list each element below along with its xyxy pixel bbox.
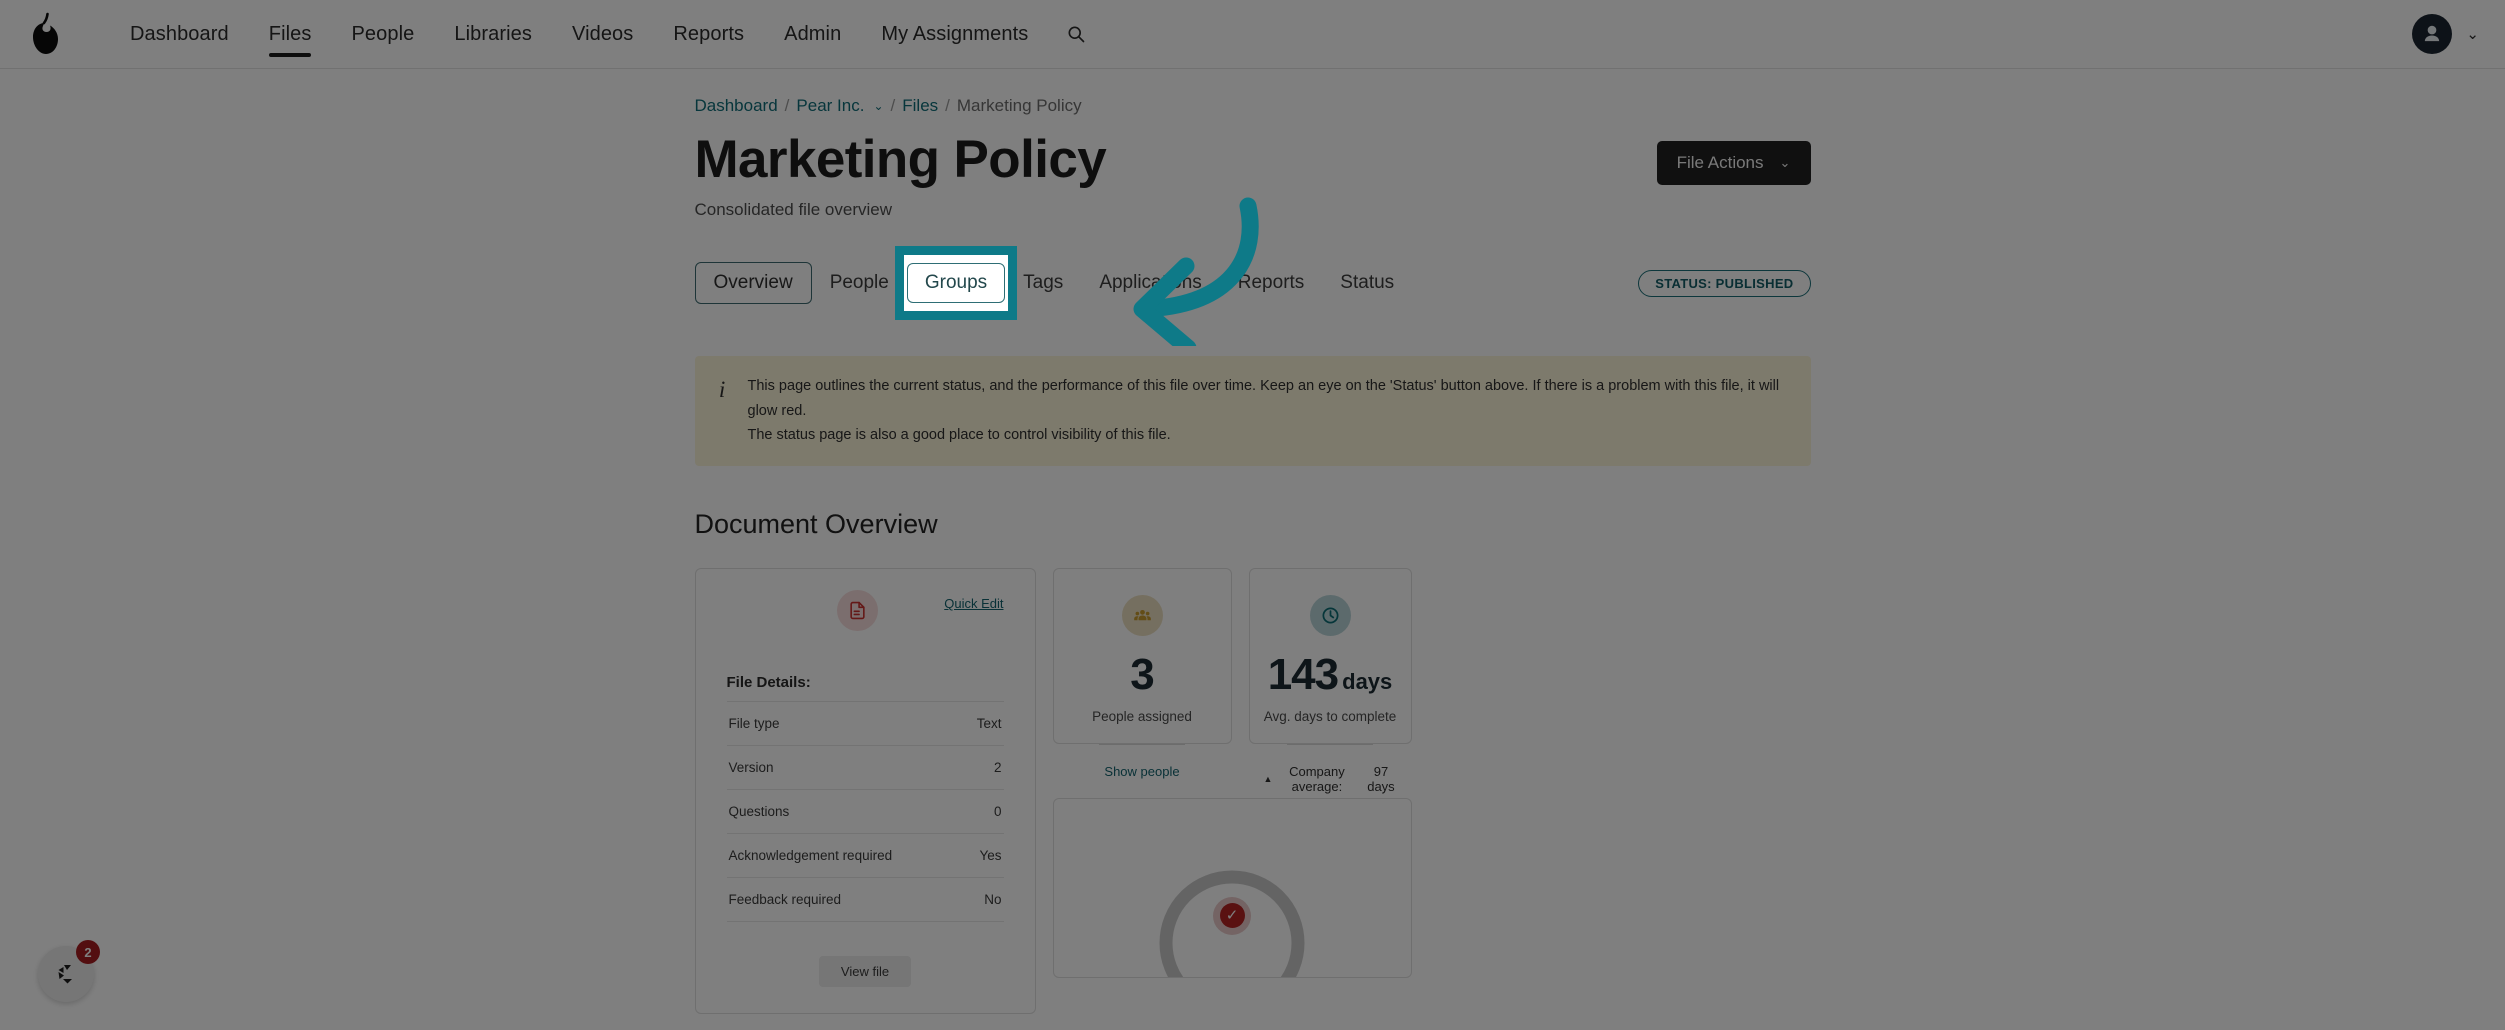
- avg-days-value: 143: [1268, 650, 1338, 699]
- detail-value: 0: [914, 790, 1004, 834]
- detail-label: Version: [727, 746, 914, 790]
- detail-value: Yes: [914, 834, 1004, 878]
- info-icon: i: [713, 374, 732, 448]
- chevron-down-icon: ⌄: [1780, 155, 1791, 171]
- detail-value: 2: [914, 746, 1004, 790]
- show-people-link[interactable]: Show people: [1104, 764, 1179, 779]
- avg-days-card: 143days Avg. days to complete ▲ Company …: [1249, 568, 1412, 744]
- document-file-icon: [837, 590, 878, 631]
- top-navigation-bar: DashboardFilesPeopleLibrariesVideosRepor…: [0, 0, 2505, 69]
- people-assigned-card: 3 People assigned Show people: [1053, 568, 1232, 744]
- breadcrumb-dashboard[interactable]: Dashboard: [695, 96, 778, 116]
- table-row: File typeText: [727, 702, 1004, 746]
- avg-days-footer: ▲ Company average: 97 days: [1264, 764, 1397, 794]
- avg-days-value-row: 143days: [1264, 653, 1397, 697]
- triangle-up-icon: ▲: [1264, 774, 1273, 784]
- file-details-title: File Details:: [727, 674, 1004, 691]
- company-average: ▲ Company average: 97 days: [1264, 764, 1397, 794]
- nav-item-people[interactable]: People: [331, 0, 434, 69]
- pear-logo-icon[interactable]: [18, 6, 74, 62]
- page-title: Marketing Policy: [695, 132, 1107, 188]
- page-header: Marketing Policy Consolidated file overv…: [695, 132, 1811, 220]
- detail-label: Feedback required: [727, 878, 914, 922]
- chat-widget-button[interactable]: 2: [38, 946, 94, 1002]
- file-details-table: File typeTextVersion2Questions0Acknowled…: [727, 701, 1004, 922]
- breadcrumb-separator: /: [891, 96, 896, 116]
- nav-right-group: ⌄: [2412, 14, 2505, 54]
- info-banner-line1: This page outlines the current status, a…: [748, 374, 1789, 423]
- info-banner-line2: The status page is also a good place to …: [748, 423, 1789, 448]
- info-banner-text: This page outlines the current status, a…: [748, 374, 1789, 448]
- people-card-footer: Show people: [1068, 764, 1217, 779]
- section-heading: Document Overview: [695, 509, 1811, 540]
- file-actions-label: File Actions: [1677, 153, 1764, 173]
- breadcrumb-separator: /: [945, 96, 950, 116]
- nav-item-reports[interactable]: Reports: [653, 0, 764, 69]
- completion-chart-card: ✓: [1053, 798, 1412, 978]
- detail-value: No: [914, 878, 1004, 922]
- nav-item-videos[interactable]: Videos: [552, 0, 653, 69]
- search-icon[interactable]: [1048, 0, 1104, 69]
- chevron-down-icon[interactable]: ⌄: [873, 99, 883, 113]
- detail-label: File type: [727, 702, 914, 746]
- people-group-icon: [1122, 595, 1163, 636]
- tab-bar: OverviewPeopleGroupsTagsApplicationsRepo…: [695, 260, 1811, 306]
- table-row: Questions0: [727, 790, 1004, 834]
- file-details-header: Quick Edit: [727, 590, 1004, 631]
- quick-edit-link[interactable]: Quick Edit: [944, 596, 1003, 611]
- breadcrumb-current: Marketing Policy: [957, 96, 1082, 116]
- file-details-card: Quick Edit File Details: File typeTextVe…: [695, 568, 1036, 1014]
- breadcrumb-separator: /: [785, 96, 790, 116]
- divider: [1099, 744, 1185, 745]
- nav-item-my-assignments[interactable]: My Assignments: [861, 0, 1048, 69]
- check-mark-icon: ✓: [1220, 903, 1245, 928]
- divider: [1287, 744, 1373, 745]
- info-banner: i This page outlines the current status,…: [695, 356, 1811, 466]
- table-row: Version2: [727, 746, 1004, 790]
- nav-item-files[interactable]: Files: [249, 0, 332, 69]
- tab-applications[interactable]: Applications: [1081, 263, 1219, 303]
- people-assigned-label: People assigned: [1068, 709, 1217, 724]
- chat-bubble-icon: [51, 959, 81, 989]
- detail-label: Questions: [727, 790, 914, 834]
- page-content: Dashboard / Pear Inc. ⌄ / Files / Market…: [695, 69, 1811, 1014]
- nav-items: DashboardFilesPeopleLibrariesVideosRepor…: [110, 0, 1048, 69]
- table-row: Acknowledgement requiredYes: [727, 834, 1004, 878]
- clock-icon: [1310, 595, 1351, 636]
- tab-people[interactable]: People: [812, 263, 907, 303]
- avg-days-unit: days: [1342, 669, 1392, 694]
- tab-reports[interactable]: Reports: [1220, 263, 1323, 303]
- company-average-value: 97 days: [1365, 764, 1396, 794]
- file-actions-button[interactable]: File Actions ⌄: [1657, 141, 1811, 185]
- tab-groups[interactable]: Groups: [907, 263, 1005, 303]
- detail-value: Text: [914, 702, 1004, 746]
- nav-item-dashboard[interactable]: Dashboard: [110, 0, 249, 69]
- tab-status[interactable]: Status: [1322, 263, 1412, 303]
- page-subtitle: Consolidated file overview: [695, 200, 1107, 220]
- company-average-label: Company average:: [1279, 764, 1354, 794]
- chevron-down-icon[interactable]: ⌄: [2466, 25, 2479, 43]
- check-circle-icon: ✓: [1213, 897, 1251, 935]
- avg-days-label: Avg. days to complete: [1264, 709, 1397, 724]
- page-body: Dashboard / Pear Inc. ⌄ / Files / Market…: [0, 69, 2505, 1030]
- breadcrumb-org[interactable]: Pear Inc.: [796, 96, 864, 116]
- breadcrumb: Dashboard / Pear Inc. ⌄ / Files / Market…: [695, 96, 1811, 116]
- chat-unread-badge: 2: [76, 940, 100, 964]
- user-avatar-icon[interactable]: [2412, 14, 2452, 54]
- people-assigned-value: 3: [1068, 653, 1217, 697]
- title-block: Marketing Policy Consolidated file overv…: [695, 132, 1107, 220]
- tab-overview[interactable]: Overview: [695, 262, 812, 304]
- detail-label: Acknowledgement required: [727, 834, 914, 878]
- overview-grid: Quick Edit File Details: File typeTextVe…: [695, 568, 1811, 1014]
- status-badge[interactable]: STATUS: PUBLISHED: [1638, 270, 1810, 297]
- view-file-button[interactable]: View file: [819, 956, 911, 987]
- table-row: Feedback requiredNo: [727, 878, 1004, 922]
- breadcrumb-files[interactable]: Files: [902, 96, 938, 116]
- nav-item-libraries[interactable]: Libraries: [434, 0, 552, 69]
- tab-tags[interactable]: Tags: [1005, 263, 1081, 303]
- nav-item-admin[interactable]: Admin: [764, 0, 861, 69]
